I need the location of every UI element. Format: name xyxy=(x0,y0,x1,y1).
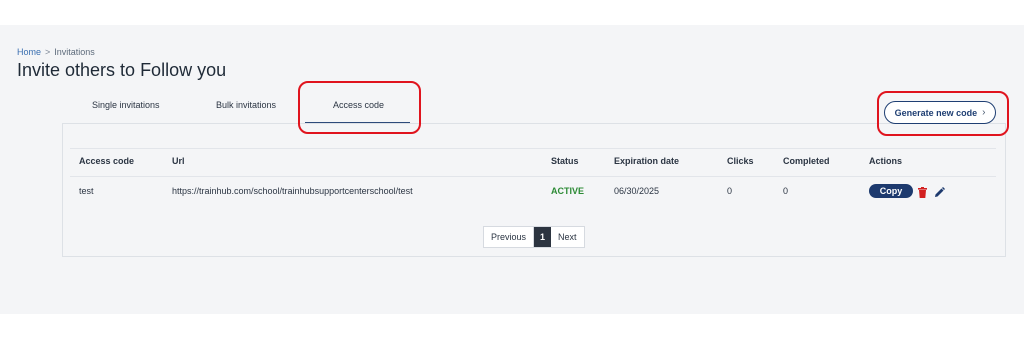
cell-expiration-date: 06/30/2025 xyxy=(614,186,660,196)
status-badge: ACTIVE xyxy=(551,186,585,196)
column-header-access-code: Access code xyxy=(79,156,135,166)
tab-bulk-invitations[interactable]: Bulk invitations xyxy=(216,100,276,110)
cell-clicks: 0 xyxy=(727,186,733,196)
pagination-page-button[interactable]: 1 xyxy=(534,227,552,247)
column-header-actions: Actions xyxy=(869,156,903,166)
cell-url: https://trainhub.com/school/trainhubsupp… xyxy=(172,186,413,196)
trash-icon[interactable] xyxy=(918,185,927,203)
table-row-divider xyxy=(70,176,996,177)
column-header-expiration-date: Expiration date xyxy=(614,156,680,166)
pagination: Previous 1 Next xyxy=(483,226,585,248)
highlight-generate-button xyxy=(877,91,1009,136)
breadcrumb: Home > Invitations xyxy=(17,47,95,57)
pagination-previous-button[interactable]: Previous xyxy=(484,227,535,247)
copy-button[interactable]: Copy xyxy=(869,184,913,198)
highlight-access-code-tab xyxy=(298,81,421,134)
column-header-clicks: Clicks xyxy=(727,156,754,166)
column-header-completed: Completed xyxy=(783,156,830,166)
pencil-icon[interactable] xyxy=(934,185,945,203)
column-header-status: Status xyxy=(551,156,579,166)
cell-access-code: test xyxy=(79,186,94,196)
breadcrumb-current: Invitations xyxy=(54,47,95,57)
pagination-next-button[interactable]: Next xyxy=(551,227,584,247)
cell-completed: 0 xyxy=(783,186,789,196)
breadcrumb-separator: > xyxy=(45,47,51,57)
table-header-divider xyxy=(70,148,996,149)
breadcrumb-home-link[interactable]: Home xyxy=(17,47,41,57)
tab-single-invitations[interactable]: Single invitations xyxy=(92,100,160,110)
page-title: Invite others to Follow you xyxy=(17,60,227,80)
column-header-url: Url xyxy=(172,156,185,166)
